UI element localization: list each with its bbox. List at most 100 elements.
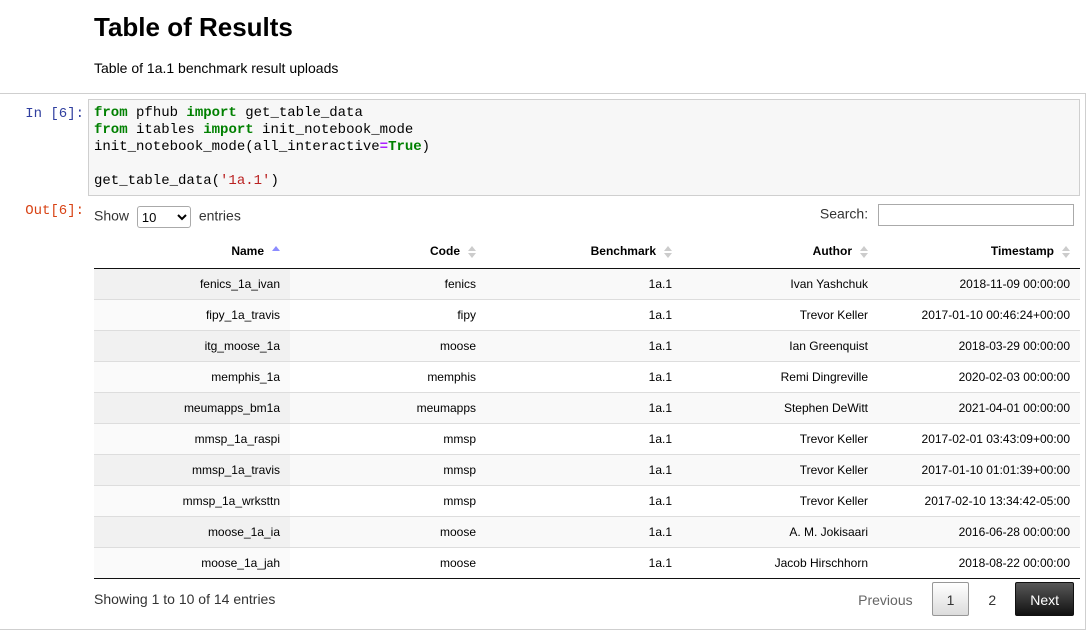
table-cell: moose — [290, 516, 486, 548]
page-1-button[interactable]: 1 — [931, 582, 970, 616]
table-cell: 1a.1 — [486, 423, 682, 455]
entries-length-control: Show 10 entries — [94, 206, 241, 228]
table-row[interactable]: fipy_1a_travis fipy 1a.1 Trevor Keller 2017-… — [94, 299, 1080, 331]
table-cell: memphis — [290, 361, 486, 393]
table-cell: Remi Dingreville — [682, 361, 878, 393]
table-cell: 2018-11-09 00:00:00 — [878, 268, 1080, 300]
code-token: = — [379, 139, 389, 155]
column-header-label: Author — [812, 244, 852, 258]
code-token: '1a.1' — [220, 173, 271, 189]
code-token: get_table_data( — [94, 173, 221, 189]
column-header-code[interactable]: Code — [290, 234, 486, 269]
table-row[interactable]: moose_1a_jah moose 1a.1 Jacob Hirschhorn 201… — [94, 547, 1080, 579]
sort-icon — [468, 245, 476, 258]
sort-icon — [1062, 245, 1070, 258]
table-cell: mmsp — [290, 423, 486, 455]
table-cell: Trevor Keller — [682, 299, 878, 331]
table-cell: moose_1a_ia — [94, 516, 290, 548]
table-row[interactable]: mmsp_1a_wrksttn mmsp 1a.1 Trevor Keller 2017… — [94, 485, 1080, 517]
table-cell: 2017-01-10 00:46:24+00:00 — [878, 299, 1080, 331]
length-label-suffix: entries — [198, 207, 241, 224]
table-cell: 2018-03-29 00:00:00 — [878, 330, 1080, 362]
table-cell: 1a.1 — [486, 330, 682, 362]
code-token: True — [388, 139, 422, 155]
column-header-author[interactable]: Author — [682, 234, 878, 269]
table-row[interactable]: memphis_1a memphis 1a.1 Remi Dingreville 202… — [94, 361, 1080, 393]
table-cell: 2018-08-22 00:00:00 — [878, 547, 1080, 579]
results-table: Name Code Benchmark Author Timestamp fen… — [94, 234, 1080, 579]
table-cell: Trevor Keller — [682, 454, 878, 486]
table-cell: mmsp_1a_raspi — [94, 423, 290, 455]
code-editor[interactable]: from pfhub import get_table_data from it… — [88, 99, 1080, 196]
sort-icon — [860, 245, 868, 258]
notebook-description: Table of 1a.1 benchmark result uploads — [94, 60, 339, 76]
table-cell: 2017-01-10 01:01:39+00:00 — [878, 454, 1080, 486]
column-header-label: Name — [231, 244, 264, 258]
table-header-row: Name Code Benchmark Author Timestamp — [94, 234, 1080, 269]
table-cell: 2020-02-03 00:00:00 — [878, 361, 1080, 393]
table-cell: 2021-04-01 00:00:00 — [878, 392, 1080, 424]
column-header-benchmark[interactable]: Benchmark — [486, 234, 682, 269]
table-cell: Trevor Keller — [682, 485, 878, 517]
pagination: Previous 1 2 Next — [843, 582, 1074, 616]
table-row[interactable]: fenics_1a_ivan fenics 1a.1 Ivan Yashchuk 201… — [94, 268, 1080, 300]
column-header-name[interactable]: Name — [94, 234, 290, 269]
code-token: import — [203, 122, 254, 138]
length-label: Show — [94, 207, 130, 224]
entries-per-page-select[interactable]: 10 — [136, 206, 191, 228]
table-cell: meumapps — [290, 392, 486, 424]
code-token: import — [186, 105, 237, 121]
output-prompt: Out[6]: — [25, 203, 84, 219]
code-token: ) — [421, 139, 431, 155]
table-cell: mmsp_1a_wrksttn — [94, 485, 290, 517]
table-cell: 1a.1 — [486, 299, 682, 331]
table-cell: meumapps_bm1a — [94, 392, 290, 424]
code-token: itables — [127, 122, 204, 138]
code-token: from — [94, 122, 128, 138]
table-cell: 1a.1 — [486, 516, 682, 548]
search-input[interactable] — [878, 204, 1074, 226]
page-2-button[interactable]: 2 — [973, 582, 1011, 616]
table-row[interactable]: mmsp_1a_travis mmsp 1a.1 Trevor Keller 2017-… — [94, 454, 1080, 486]
code-token: from — [94, 105, 128, 121]
table-row[interactable]: mmsp_1a_raspi mmsp 1a.1 Trevor Keller 2017-0… — [94, 423, 1080, 455]
table-cell: 1a.1 — [486, 361, 682, 393]
table-row[interactable]: meumapps_bm1a meumapps 1a.1 Stephen DeWitt 2… — [94, 392, 1080, 424]
table-cell: moose_1a_jah — [94, 547, 290, 579]
sort-ascending-icon — [272, 245, 280, 258]
table-cell: Trevor Keller — [682, 423, 878, 455]
code-token: init_notebook_mode(all_interactive — [94, 139, 380, 155]
column-header-label: Timestamp — [990, 244, 1054, 258]
previous-page-button[interactable]: Previous — [843, 582, 927, 616]
table-cell: 1a.1 — [486, 454, 682, 486]
table-cell: Stephen DeWitt — [682, 392, 878, 424]
table-cell: fipy — [290, 299, 486, 331]
next-page-button[interactable]: Next — [1015, 582, 1074, 616]
column-header-timestamp[interactable]: Timestamp — [878, 234, 1080, 269]
table-cell: itg_moose_1a — [94, 330, 290, 362]
table-body: fenics_1a_ivan fenics 1a.1 Ivan Yashchuk 201… — [94, 268, 1080, 579]
table-row[interactable]: moose_1a_ia moose 1a.1 A. M. Jokisaari 2016-… — [94, 516, 1080, 548]
datatable-wrapper: Show 10 entries Search: Name Code Benchm… — [94, 200, 1080, 630]
table-cell: 1a.1 — [486, 547, 682, 579]
input-prompt: In [6]: — [25, 106, 84, 122]
search-label: Search: — [819, 205, 869, 222]
table-cell: A. M. Jokisaari — [682, 516, 878, 548]
table-info: Showing 1 to 10 of 14 entries — [94, 591, 276, 607]
table-cell: fipy_1a_travis — [94, 299, 290, 331]
table-cell: moose — [290, 330, 486, 362]
table-cell: 2016-06-28 00:00:00 — [878, 516, 1080, 548]
sort-icon — [664, 245, 672, 258]
table-cell: mmsp — [290, 485, 486, 517]
code-token: get_table_data — [236, 105, 363, 121]
code-token: ) — [270, 173, 279, 189]
search-control: Search: — [820, 204, 1074, 226]
table-cell: mmsp — [290, 454, 486, 486]
table-row[interactable]: itg_moose_1a moose 1a.1 Ian Greenquist 2018-… — [94, 330, 1080, 362]
table-cell: 2017-02-01 03:43:09+00:00 — [878, 423, 1080, 455]
table-cell: Ivan Yashchuk — [682, 268, 878, 300]
column-header-label: Code — [430, 244, 460, 258]
table-cell: fenics — [290, 268, 486, 300]
code-token: init_notebook_mode — [253, 122, 414, 138]
table-cell: moose — [290, 547, 486, 579]
